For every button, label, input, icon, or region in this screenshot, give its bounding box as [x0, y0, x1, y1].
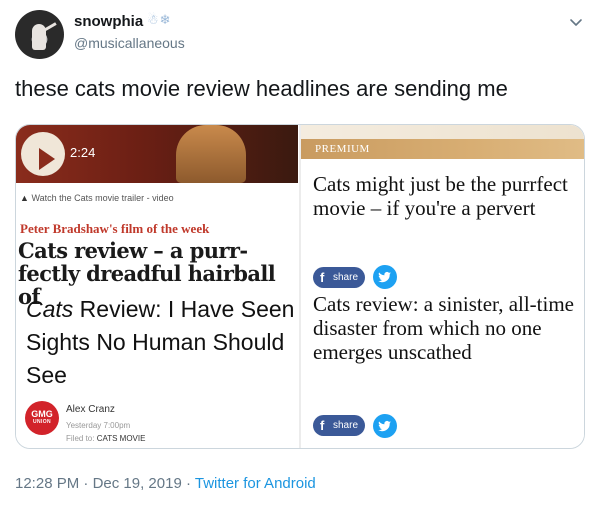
facebook-share-button-2[interactable]: f share: [313, 415, 365, 436]
filed-value: CATS MOVIE: [96, 434, 146, 443]
user-handle[interactable]: @musicallaneous: [74, 35, 185, 51]
avatar[interactable]: [15, 10, 64, 59]
filed-label: Filed to:: [66, 434, 95, 443]
facebook-share-button[interactable]: f share: [313, 267, 365, 288]
badge-line-1: GMG: [31, 409, 53, 419]
triangle-up-icon: ▲: [20, 193, 29, 203]
share-label: share: [333, 272, 359, 283]
tweet-media-image[interactable]: 2:24 ▲ Watch the Cats movie trailer - vi…: [15, 124, 585, 449]
left-screenshot-panel: 2:24 ▲ Watch the Cats movie trailer - vi…: [16, 125, 298, 448]
video-caption-text: Watch the Cats movie trailer - video: [31, 193, 174, 203]
separator-dot: ·: [185, 475, 191, 492]
video-thumbnail[interactable]: 2:24: [16, 125, 298, 183]
twitter-share-icon[interactable]: [373, 265, 397, 289]
play-button[interactable]: [21, 132, 65, 176]
facebook-icon: f: [320, 270, 325, 285]
article-post-time: Yesterday 7:00pm: [66, 421, 131, 430]
tweet-time[interactable]: 12:28 PM: [15, 475, 79, 492]
video-caption: ▲ Watch the Cats movie trailer - video: [20, 193, 174, 203]
separator-dot: ·: [83, 475, 89, 492]
premium-banner: PREMIUM: [301, 139, 584, 159]
share-label: share: [333, 420, 359, 431]
right-top-strip: [301, 125, 584, 139]
tweet-date[interactable]: Dec 19, 2019: [93, 475, 182, 492]
review-kicker: Peter Bradshaw's film of the week: [20, 221, 210, 236]
verge-headline: Cats Review: I Have Seen Sights No Human…: [26, 293, 298, 392]
times-headline-1: Cats might just be the purrfect movie – …: [313, 172, 568, 220]
tweet-text: these cats movie review headlines are se…: [15, 76, 508, 101]
video-duration: 2:24: [70, 145, 96, 160]
premium-label: PREMIUM: [315, 143, 370, 155]
tweet-source-link[interactable]: Twitter for Android: [195, 475, 316, 492]
badge-line-2: UNION: [32, 419, 52, 425]
right-screenshot-panel: PREMIUM Cats might just be the purrfect …: [301, 125, 584, 448]
gmg-union-badge: GMG UNION: [25, 401, 59, 435]
facebook-icon: f: [320, 418, 325, 433]
name-emoji: ☃❄: [147, 12, 172, 27]
article-author: Alex Cranz: [66, 404, 115, 415]
avatar-arm: [41, 22, 57, 33]
chevron-down-icon[interactable]: [568, 14, 584, 30]
cat-image: [176, 125, 246, 183]
times-headline-2: Cats review: a sinister, all-time disast…: [313, 292, 575, 364]
twitter-share-icon[interactable]: [373, 414, 397, 438]
play-icon: [39, 148, 55, 170]
article-filed-to: Filed to: CATS MOVIE: [66, 434, 145, 443]
tweet-timestamp: 12:28 PM · Dec 19, 2019 · Twitter for An…: [15, 475, 316, 492]
verge-headline-title: Cats: [26, 296, 74, 322]
display-name[interactable]: snowphia: [74, 13, 143, 30]
